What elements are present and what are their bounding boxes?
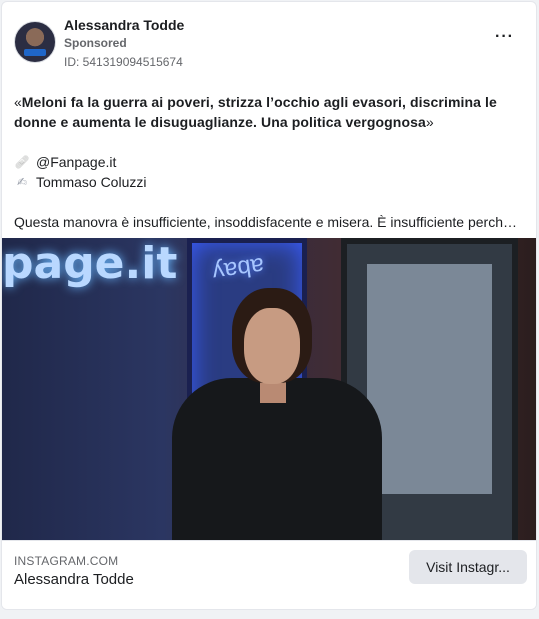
link-footer[interactable]: INSTAGRAM.COM Alessandra Todde Visit Ins… (2, 540, 536, 609)
credit-source: 🩹 @Fanpage.it (14, 152, 524, 172)
person-face (244, 308, 300, 384)
post-text: «Meloni fa la guerra ai poveri, strizza … (14, 92, 524, 232)
ad-id: ID: 541319094515674 (64, 55, 183, 69)
more-options-icon[interactable]: ··· (495, 28, 514, 46)
headline-quote: «Meloni fa la guerra ai poveri, strizza … (14, 92, 524, 132)
advertiser-avatar[interactable] (14, 21, 56, 63)
credit-author: ✍ Tommaso Coluzzi (14, 172, 524, 192)
sponsored-label: Sponsored (64, 36, 127, 50)
credit-author-text: Tommaso Coluzzi (36, 174, 147, 190)
post-header: Alessandra Todde Sponsored ID: 541319094… (14, 14, 524, 74)
credit-source-text: @Fanpage.it (36, 154, 117, 170)
neon-sign-left: page.it (2, 238, 178, 289)
quote-text: Meloni fa la guerra ai poveri, strizza l… (14, 94, 497, 130)
link-domain: INSTAGRAM.COM (14, 554, 119, 568)
avatar-badge (24, 49, 46, 56)
advertiser-name[interactable]: Alessandra Todde (64, 17, 184, 33)
bandage-icon: 🩹 (14, 155, 30, 169)
quote-close: » (425, 114, 434, 130)
link-title: Alessandra Todde (14, 571, 134, 588)
ad-card: Alessandra Todde Sponsored ID: 541319094… (1, 1, 537, 610)
ad-image[interactable]: page.it ʎɐqɐ (2, 238, 536, 540)
post-description[interactable]: Questa manovra è insufficiente, insoddis… (14, 212, 524, 232)
writing-hand-icon: ✍ (16, 175, 28, 189)
visit-instagram-button[interactable]: Visit Instagr... (409, 550, 527, 584)
quote-open: « (14, 94, 22, 110)
